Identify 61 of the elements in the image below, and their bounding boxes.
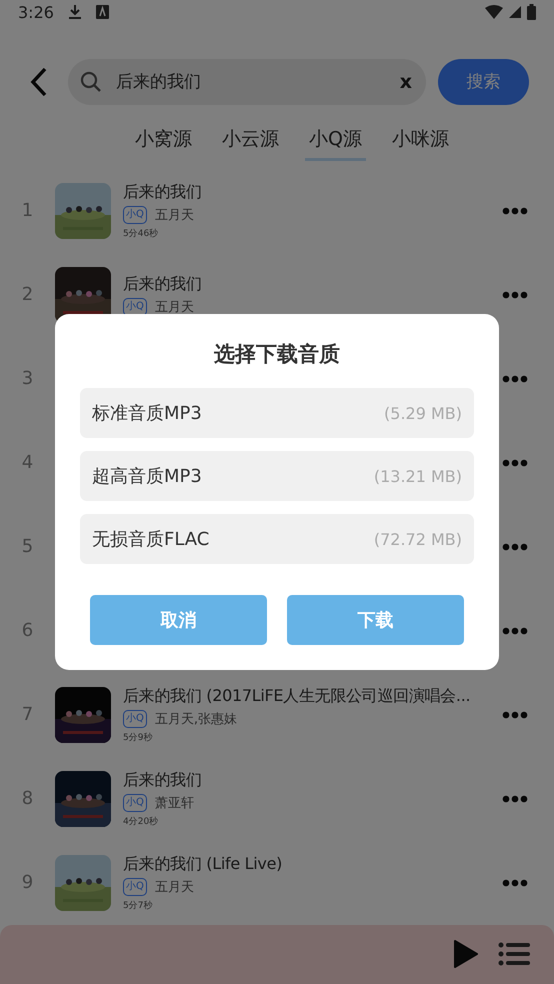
- song-artist: 五月天: [154, 878, 194, 896]
- playlist-button[interactable]: [498, 942, 530, 966]
- quality-option[interactable]: 标准音质MP3 (5.29 MB): [80, 388, 474, 438]
- song-number: 1: [20, 200, 34, 222]
- more-icon: [502, 290, 528, 299]
- source-tab[interactable]: 小云源: [218, 122, 284, 161]
- keyboard-icon: [96, 5, 109, 20]
- song-artist: 五月天: [154, 298, 194, 316]
- signal-icon: [509, 6, 521, 18]
- battery-icon: [527, 4, 536, 20]
- song-artist: 五月天,张惠妹: [154, 710, 238, 728]
- source-badge: 小Q: [123, 794, 147, 812]
- more-icon: [502, 626, 528, 635]
- song-duration: 4分20秒: [123, 816, 160, 828]
- source-tab[interactable]: 小咪源: [388, 122, 453, 161]
- song-title: 后来的我们: [123, 274, 202, 295]
- song-duration: 5分7秒: [123, 900, 154, 912]
- song-duration: 5分46秒: [123, 228, 160, 240]
- source-badge: 小Q: [123, 206, 147, 224]
- dialog-button[interactable]: 取消: [90, 595, 267, 645]
- search-button[interactable]: 搜索: [438, 58, 529, 105]
- song-duration: 5分9秒: [123, 732, 154, 744]
- source-badge: 小Q: [123, 710, 147, 728]
- song-artist: 五月天: [154, 206, 194, 224]
- more-icon: [502, 458, 528, 467]
- more-icon: [502, 710, 528, 719]
- search-field[interactable]: 后来的我们 x: [68, 58, 426, 105]
- more-icon: [502, 206, 528, 215]
- song-artist: 萧亚轩: [154, 794, 194, 812]
- source-tab[interactable]: 小窝源: [131, 122, 196, 161]
- song-title: 后来的我们 (2017LiFE人生无限公司巡回演唱会...: [123, 686, 470, 707]
- more-icon: [502, 374, 528, 383]
- wifi-icon: [485, 5, 503, 20]
- source-badge: 小Q: [123, 878, 147, 896]
- song-number: 2: [20, 284, 34, 306]
- playlist-icon: [498, 942, 530, 966]
- dialog-title: 选择下载音质: [214, 341, 340, 368]
- clear-button[interactable]: x: [398, 70, 414, 93]
- status-time: 3:26: [18, 2, 54, 22]
- more-icon: [502, 542, 528, 551]
- more-icon: [502, 878, 528, 887]
- song-number: 4: [20, 452, 34, 474]
- back-icon: [30, 66, 48, 97]
- song-number: 8: [20, 788, 34, 810]
- play-icon: [454, 940, 478, 968]
- download-icon: [68, 4, 82, 20]
- song-title: 后来的我们 (Life Live): [123, 854, 282, 875]
- song-title: 后来的我们: [123, 770, 202, 791]
- song-number: 6: [20, 620, 34, 642]
- quality-option[interactable]: 超高音质MP3 (13.21 MB): [80, 451, 474, 501]
- quality-option[interactable]: 无损音质FLAC (72.72 MB): [80, 514, 474, 564]
- song-number: 5: [20, 536, 34, 558]
- song-number: 9: [20, 872, 34, 894]
- song-title: 后来的我们: [123, 182, 202, 203]
- search-icon: [80, 70, 102, 93]
- song-number: 3: [20, 368, 34, 390]
- source-tab[interactable]: 小Q源: [305, 122, 366, 161]
- more-icon: [502, 794, 528, 803]
- dialog-button[interactable]: 下载: [287, 595, 464, 645]
- song-number: 7: [20, 704, 34, 726]
- play-button[interactable]: [454, 940, 478, 968]
